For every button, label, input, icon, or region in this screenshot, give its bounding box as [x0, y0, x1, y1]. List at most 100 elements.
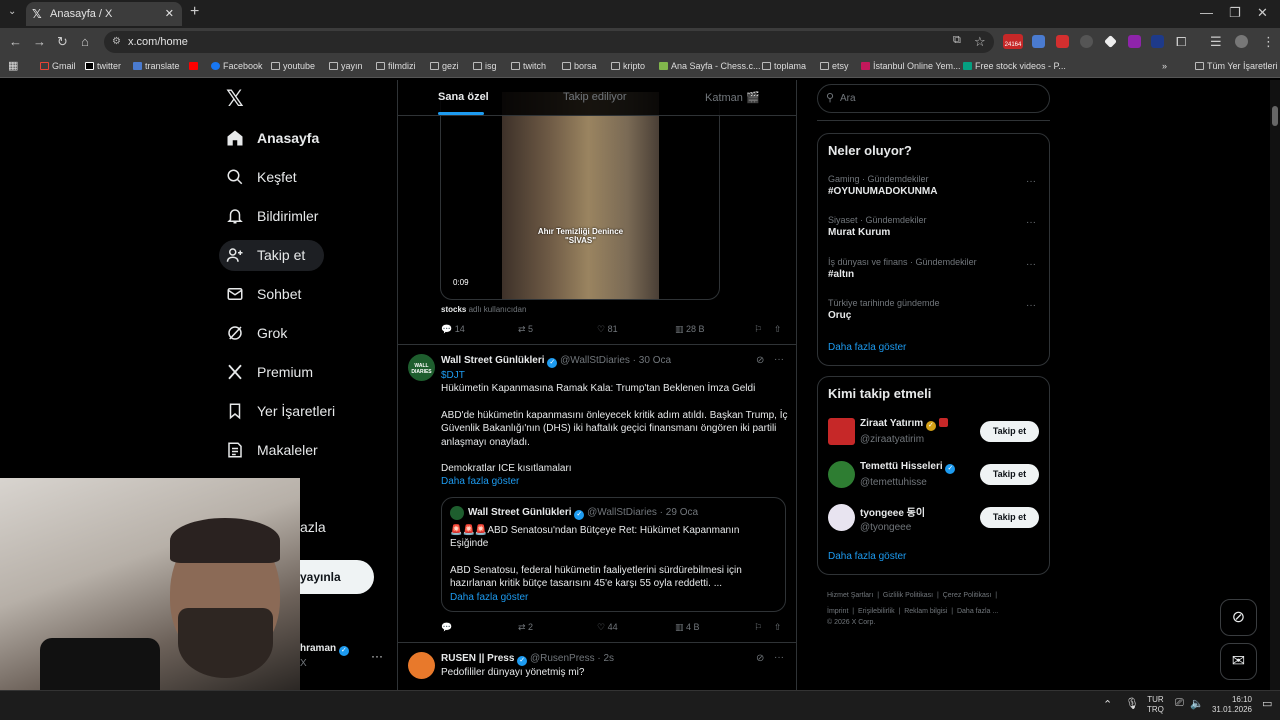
footer-link[interactable]: Çerez Politikası [943, 592, 992, 599]
bookmark-folder[interactable]: gezi [430, 61, 459, 71]
browser-menu-icon[interactable]: ⋮ [1262, 34, 1275, 50]
account-switcher[interactable]: hraman ✓ X ··· [300, 643, 390, 673]
adblock-extension-icon[interactable] [1056, 35, 1069, 48]
more-icon[interactable]: ··· [1026, 176, 1036, 187]
extension-icon[interactable] [1128, 35, 1141, 48]
suggested-avatar[interactable] [828, 504, 855, 531]
suggested-avatar[interactable] [828, 461, 855, 488]
author-name[interactable]: Wall Street Günlükleri [441, 355, 545, 366]
suggested-account[interactable]: Ziraat Yatırım ✓ @ziraatyatirim [860, 418, 948, 445]
scrollbar-track[interactable] [1270, 80, 1280, 690]
nav-articles[interactable]: Makaleler [226, 433, 318, 467]
views-button[interactable]: ▥ 4 B [675, 622, 700, 633]
tab-close-icon[interactable]: ✕ [165, 2, 174, 26]
who-show-more[interactable]: Daha fazla göster [828, 551, 906, 562]
quoted-post[interactable]: Wall Street Günlükleri ✓ @WallStDiaries … [441, 497, 786, 612]
cashtag-link[interactable]: $DJT [441, 369, 791, 382]
messages-floating-button[interactable]: ✉ [1220, 643, 1257, 680]
bookmark-icon[interactable]: ⚐ [754, 622, 762, 633]
trend-item[interactable]: #OYUNUMADOKUNMA [828, 186, 937, 197]
all-bookmarks-folder[interactable]: Tüm Yer İşaretleri [1195, 61, 1278, 71]
bookmark-item[interactable]: twitter [85, 61, 121, 71]
bookmark-folder[interactable]: kripto [611, 61, 645, 71]
more-icon[interactable]: ··· [774, 652, 784, 663]
bookmarks-overflow-icon[interactable]: » [1162, 61, 1167, 71]
nav-grok[interactable]: Grok [226, 316, 287, 350]
bookmark-star-icon[interactable]: ☆ [974, 34, 986, 50]
browser-tab[interactable]: 𝕏 Anasayfa / X ✕ [26, 2, 182, 26]
bookmark-folder[interactable]: filmdizi [376, 61, 416, 71]
footer-link[interactable]: Daha fazla ... [957, 608, 998, 615]
trend-item[interactable]: #altın [828, 269, 854, 280]
tab-search-icon[interactable]: ⌄ [8, 6, 16, 17]
search-field[interactable]: ⚲ Ara [817, 84, 1050, 113]
suggested-account[interactable]: tyongeee 동이 @tyongeee [860, 504, 925, 533]
bookmark-folder[interactable]: isg [473, 61, 497, 71]
extension-icon[interactable] [1151, 35, 1164, 48]
share-icon[interactable]: ⇧ [774, 622, 782, 633]
nav-explore[interactable]: Keşfet [226, 160, 297, 194]
bookmark-item[interactable]: Free stock videos - P... [963, 61, 1066, 71]
extension-icon[interactable] [1080, 35, 1093, 48]
reload-icon[interactable]: ↻ [57, 34, 68, 50]
follow-button[interactable]: Takip et [980, 507, 1039, 528]
post-avatar[interactable]: WALL DIARIES [408, 354, 435, 381]
bookmark-folder[interactable]: etsy [820, 61, 849, 71]
clock[interactable]: 16:10 31.01.2026 [1207, 695, 1252, 715]
nav-notifications[interactable]: Bildirimler [226, 199, 318, 233]
suggested-avatar[interactable] [828, 418, 855, 445]
home-icon[interactable]: ⌂ [81, 34, 89, 49]
grok-floating-button[interactable]: ⊘ [1220, 599, 1257, 636]
video-card[interactable]: Ahır Temizliği Denince "SİVAS" 0:09 [440, 92, 720, 300]
suggested-account[interactable]: Temettü Hisseleri ✓ @temettuhisse [860, 461, 956, 488]
follow-button[interactable]: Takip et [980, 421, 1039, 442]
post-avatar[interactable] [408, 652, 435, 679]
bookmark-folder[interactable]: yayın [329, 61, 363, 71]
more-icon[interactable]: ··· [1026, 300, 1036, 311]
network-icon[interactable]: ⎚ [1175, 697, 1184, 710]
bookmark-item[interactable]: Gmail [40, 61, 76, 71]
nav-chat[interactable]: Sohbet [226, 277, 301, 311]
trend-item[interactable]: Murat Kurum [828, 227, 890, 238]
extension-icon[interactable] [1104, 35, 1117, 48]
profile-avatar[interactable] [1235, 35, 1248, 48]
maximize-icon[interactable]: ❐ [1229, 5, 1241, 21]
extensions-puzzle-icon[interactable]: ⧠ [1176, 34, 1186, 50]
grok-icon[interactable]: ⊘ [756, 355, 764, 366]
reply-button[interactable]: 💬 14 [441, 324, 465, 335]
show-more-link[interactable]: Daha fazla göster [441, 475, 791, 488]
forward-icon[interactable]: → [33, 34, 46, 49]
tab-following[interactable]: Takip ediliyor [563, 91, 627, 103]
url-bar[interactable]: ⚙ x.com/home [104, 31, 994, 53]
footer-link[interactable]: İmprint [827, 608, 848, 615]
grok-icon[interactable]: ⊘ [756, 653, 764, 664]
more-icon[interactable]: ··· [1026, 217, 1036, 228]
author-handle[interactable]: @RusenPress · 2s [530, 653, 614, 664]
author-handle[interactable]: @WallStDiaries · 30 Oca [560, 355, 671, 366]
install-icon[interactable]: ⧉ [953, 34, 961, 47]
bookmark-item[interactable]: Facebook [211, 61, 263, 71]
bookmark-item[interactable]: translate [133, 61, 180, 71]
window-close-icon[interactable]: ✕ [1257, 5, 1268, 21]
video-frame[interactable]: Ahır Temizliği Denince "SİVAS" [502, 92, 659, 299]
scrollbar-thumb[interactable] [1272, 106, 1278, 126]
more-icon[interactable]: ··· [774, 354, 784, 365]
youtube-icon[interactable] [189, 61, 201, 71]
bookmark-folder[interactable]: youtube [271, 61, 315, 71]
footer-link[interactable]: Gizlilik Politikası [883, 592, 933, 599]
footer-link[interactable]: Reklam bilgisi [904, 608, 947, 615]
language-indicator[interactable]: TUR TRQ [1147, 695, 1164, 715]
extension-badge[interactable]: 24164 [1003, 34, 1023, 49]
nav-premium[interactable]: Premium [226, 355, 313, 389]
author-name[interactable]: RUSEN || Press [441, 653, 514, 664]
site-info-icon[interactable]: ⚙ [112, 31, 121, 53]
bookmark-folder[interactable]: toplama [762, 61, 806, 71]
microphone-icon[interactable]: 🎙 [1125, 697, 1139, 710]
views-button[interactable]: ▥ 28 B [675, 324, 705, 335]
nav-follow[interactable]: Takip et [226, 238, 305, 272]
nav-bookmarks[interactable]: Yer İşaretleri [226, 394, 335, 428]
tab-for-you[interactable]: Sana özel [438, 91, 489, 103]
bookmark-icon[interactable]: ⚐ [754, 324, 762, 335]
follow-button[interactable]: Takip et [980, 464, 1039, 485]
nav-home[interactable]: Anasayfa [226, 121, 319, 155]
